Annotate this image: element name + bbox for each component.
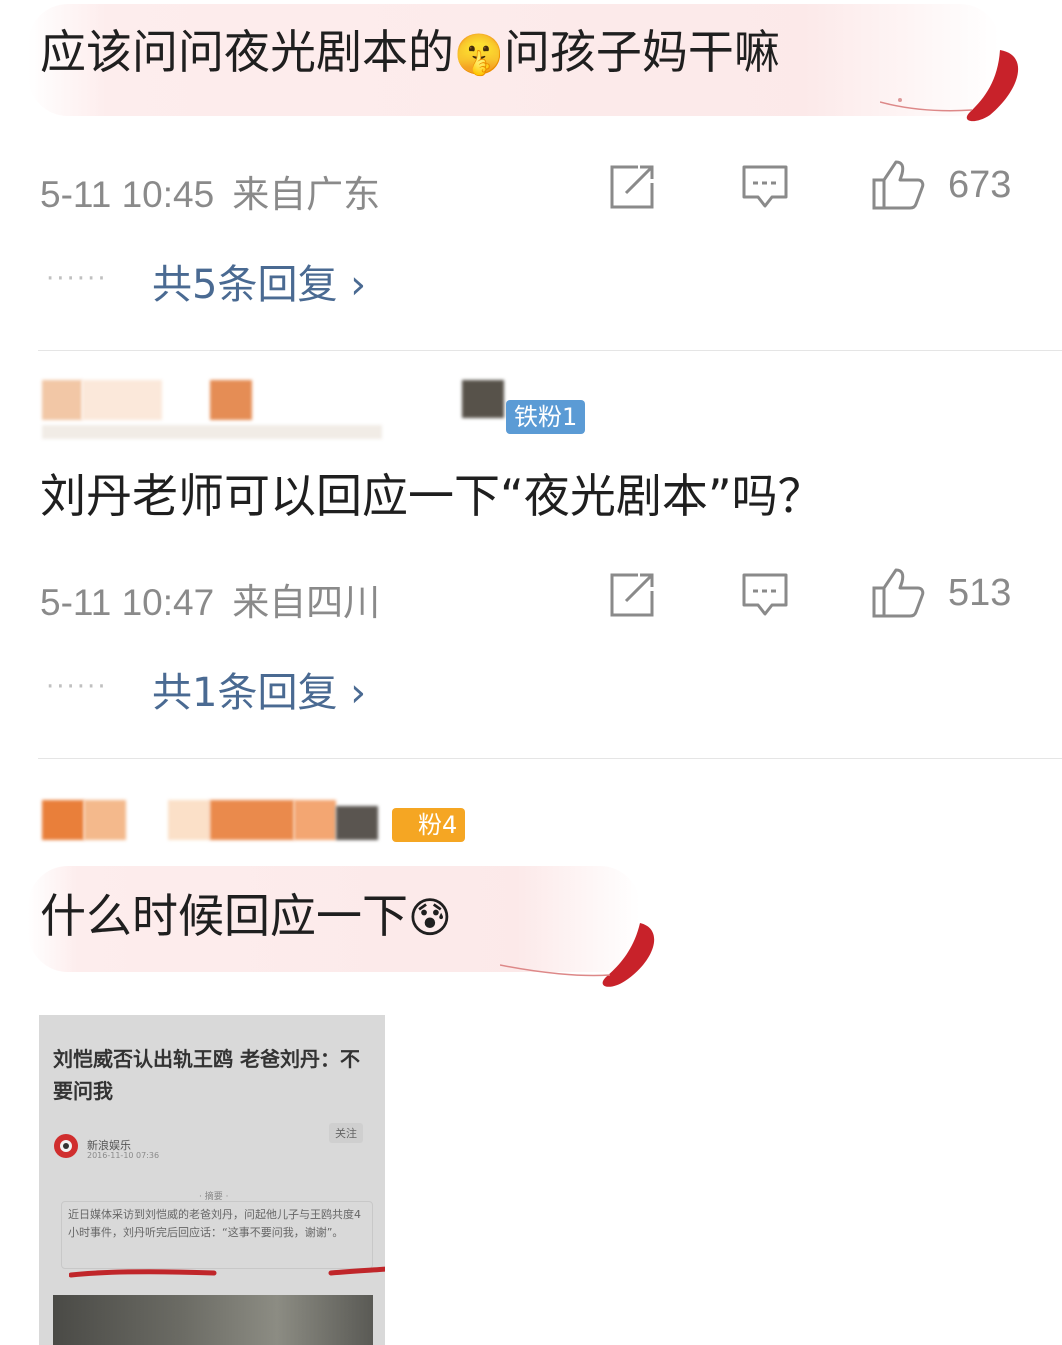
divider: [38, 350, 1062, 351]
reply-dots: ······: [46, 264, 108, 294]
like-icon[interactable]: [870, 566, 926, 620]
timestamp: 5-11 10:45: [40, 174, 215, 215]
comment-text: 刘丹老师可以回应一下“夜光剧本”吗？: [40, 469, 824, 523]
like-count: 513: [948, 572, 1012, 614]
fearful-emoji-icon: 😰: [408, 893, 452, 942]
timestamp: 5-11 10:47: [40, 582, 215, 623]
username-redacted: [168, 800, 210, 840]
username-redacted: [462, 380, 504, 418]
news-photo: [53, 1295, 373, 1345]
like-count: 673: [948, 164, 1012, 206]
comment-meta: 5-11 10:47 来自四川: [40, 572, 380, 626]
comment-meta: 5-11 10:45 来自广东: [40, 164, 380, 218]
red-underline-mark: [69, 1266, 385, 1278]
username-redacted: [84, 800, 126, 840]
fan-badge: 粉4: [392, 808, 466, 842]
fan-badge: 铁粉1: [506, 400, 586, 434]
sina-logo-icon: [54, 1134, 78, 1158]
comment-icon[interactable]: [740, 571, 790, 619]
share-icon[interactable]: [608, 163, 658, 211]
share-icon[interactable]: [608, 571, 658, 619]
feather-decoration-icon: [500, 923, 655, 987]
username-redacted: [42, 425, 382, 439]
username-redacted: [210, 380, 252, 420]
username-redacted: [210, 800, 294, 840]
comment-text: 应该问问夜光剧本的🤫问孩子妈干嘛: [40, 22, 780, 85]
comment-text-part-b: 问孩子妈干嘛: [503, 25, 780, 79]
follow-button: 关注: [329, 1123, 363, 1143]
avatar: [42, 380, 82, 420]
username-redacted: [294, 800, 336, 840]
view-replies-link[interactable]: 共1条回复 ›: [152, 660, 366, 718]
username-redacted: [336, 806, 378, 840]
like-icon[interactable]: [870, 158, 926, 212]
news-title: 刘恺威否认出轨王鸥 老爸刘丹：不要问我: [53, 1047, 360, 1103]
location: 来自广东: [232, 174, 381, 215]
shush-emoji-icon: 🤫: [454, 32, 504, 78]
comment-text-part-a: 应该问问夜光剧本的: [40, 25, 454, 79]
summary-box: 近日媒体采访到刘恺威的老爸刘丹，问起他儿子与王鸥共度4小时事件，刘丹听完后回应话…: [61, 1201, 373, 1269]
location: 来自四川: [232, 582, 381, 623]
username-redacted: [82, 380, 162, 420]
comment-text: 什么时候回应一下😰: [40, 886, 452, 948]
view-replies-link[interactable]: 共5条回复 ›: [152, 252, 366, 310]
avatar: [42, 800, 84, 840]
news-screenshot-image[interactable]: 刘恺威否认出轨王鸥 老爸刘丹：不要问我 新浪娱乐 2016-11-10 07:3…: [39, 1015, 385, 1345]
reply-dots: ······: [46, 672, 108, 702]
comment-icon[interactable]: [740, 163, 790, 211]
news-date: 2016-11-10 07:36: [87, 1151, 160, 1160]
comment-text-body: 什么时候回应一下: [40, 889, 408, 943]
divider: [38, 758, 1062, 759]
feather-decoration-icon: [880, 50, 1019, 122]
